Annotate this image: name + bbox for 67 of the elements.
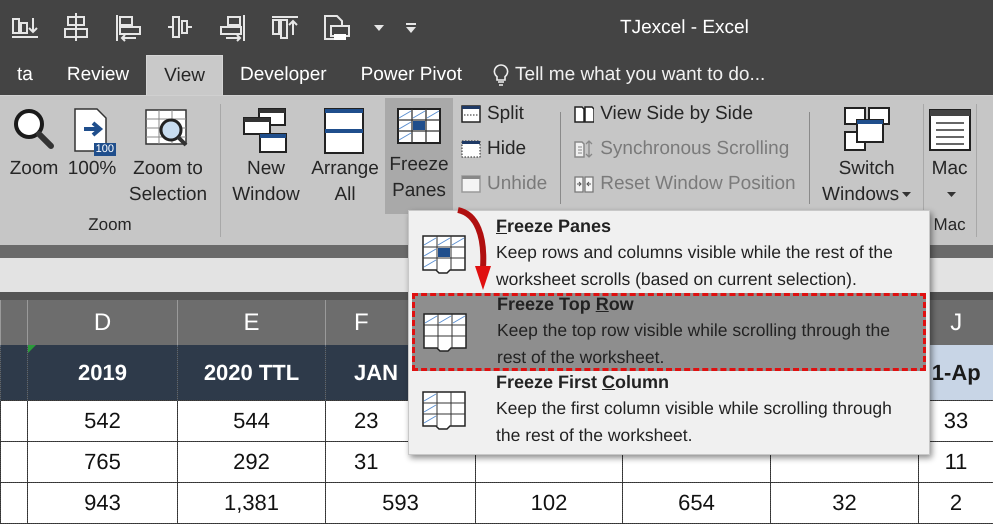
menu-item-title: Freeze Panes — [496, 216, 612, 236]
ribbon-button[interactable]: 100 100% — [64, 98, 120, 214]
split-icon — [461, 104, 481, 124]
column-header[interactable]: J — [950, 308, 962, 336]
print-preview-icon[interactable] — [322, 12, 352, 42]
group-label: Mac — [934, 215, 966, 234]
table-cell: 1,381 — [224, 490, 280, 515]
table-cell: 11 — [944, 449, 968, 474]
ribbon-button[interactable]: Hide — [459, 135, 550, 163]
menu-item[interactable]: Freeze Panes Keep rows and columns visible while the rest of the worksheet scrolls (based on current selection). — [412, 215, 926, 293]
table-cell: 32 — [832, 490, 857, 515]
header-text: 2020 TTL — [204, 360, 300, 384]
ribbon-button[interactable]: View Side by Side — [572, 100, 798, 128]
column-header[interactable]: D — [94, 308, 112, 336]
menu-item-title: Freeze First Column — [496, 372, 670, 392]
ribbon-button[interactable]: Freeze Panes — [385, 98, 453, 214]
zoom-badge: 100 — [94, 143, 116, 156]
table-cell: 765 — [84, 449, 121, 474]
ribbon-button[interactable]: Split — [459, 100, 550, 128]
table-cell: 23 — [354, 408, 378, 433]
reset-position-icon — [574, 174, 594, 194]
ribbon-tab[interactable]: ta — [0, 55, 50, 95]
menu-item[interactable]: Freeze Top Row Keep the top row visible while scrolling through the rest of the worksheet. — [412, 293, 926, 371]
sync-scroll-icon — [574, 139, 594, 159]
table-cell: 31 — [354, 449, 378, 474]
ribbon-button[interactable]: New Window — [227, 98, 305, 214]
ribbon-tab[interactable]: Review — [50, 55, 146, 95]
table-cell: 943 — [84, 490, 121, 515]
dropdown-caret-icon[interactable] — [374, 24, 384, 30]
freeze-row-icon — [421, 311, 469, 353]
windows-icon — [242, 106, 290, 154]
table-cell: 2 — [950, 490, 962, 515]
freeze-panes-icon — [420, 233, 468, 275]
switch-windows-icon — [842, 106, 891, 154]
customize-toolbar-icon[interactable] — [406, 22, 416, 32]
header-text: 2019 — [78, 360, 127, 384]
freeze-column-icon — [420, 389, 468, 431]
menu-item-description: Keep the top row visible while scrolling through the rest of the worksheet. — [497, 318, 891, 368]
hide-icon — [461, 139, 481, 159]
table-cell: 593 — [382, 490, 419, 515]
column-header[interactable]: F — [354, 308, 369, 336]
ribbon-tab[interactable]: Power Pivot — [344, 55, 479, 95]
table-cell: 33 — [944, 408, 968, 433]
ribbon-tab[interactable]: Developer — [223, 55, 344, 95]
align-left-icon[interactable] — [114, 12, 144, 42]
unhide-icon — [461, 174, 481, 194]
menu-item-title: Freeze Top Row — [497, 294, 635, 314]
table-cell: 102 — [530, 490, 568, 515]
ribbon-button[interactable]: Arrange All — [307, 98, 383, 214]
menu-item-description: Keep the first column visible while scrolling through the rest of the worksheet. — [496, 396, 893, 446]
column-header[interactable]: E — [243, 308, 260, 336]
table-cell: 292 — [233, 449, 270, 474]
ribbon-button[interactable]: Zoom — [6, 98, 62, 214]
ribbon-button[interactable]: Mac — [930, 98, 970, 214]
side-by-side-icon — [574, 104, 594, 124]
tell-me-field[interactable]: Tell me what you want to do... — [515, 64, 835, 86]
table-cell: 654 — [678, 490, 715, 515]
window-title: TJexcel - Excel — [620, 16, 749, 38]
menu-item-description: Keep rows and columns visible while the rest of the worksheet scrolls (based on current selection). — [496, 240, 894, 291]
ribbon-tab[interactable]: View — [146, 55, 224, 95]
header-text: JAN — [354, 360, 398, 384]
table-cell: 542 — [84, 408, 121, 433]
table-cell: 544 — [233, 408, 270, 433]
lightbulb-icon — [493, 64, 509, 86]
align-right-icon[interactable] — [218, 12, 248, 42]
group-label: Zoom — [88, 215, 132, 234]
ribbon-button[interactable]: Zoom to Selection — [122, 98, 214, 214]
